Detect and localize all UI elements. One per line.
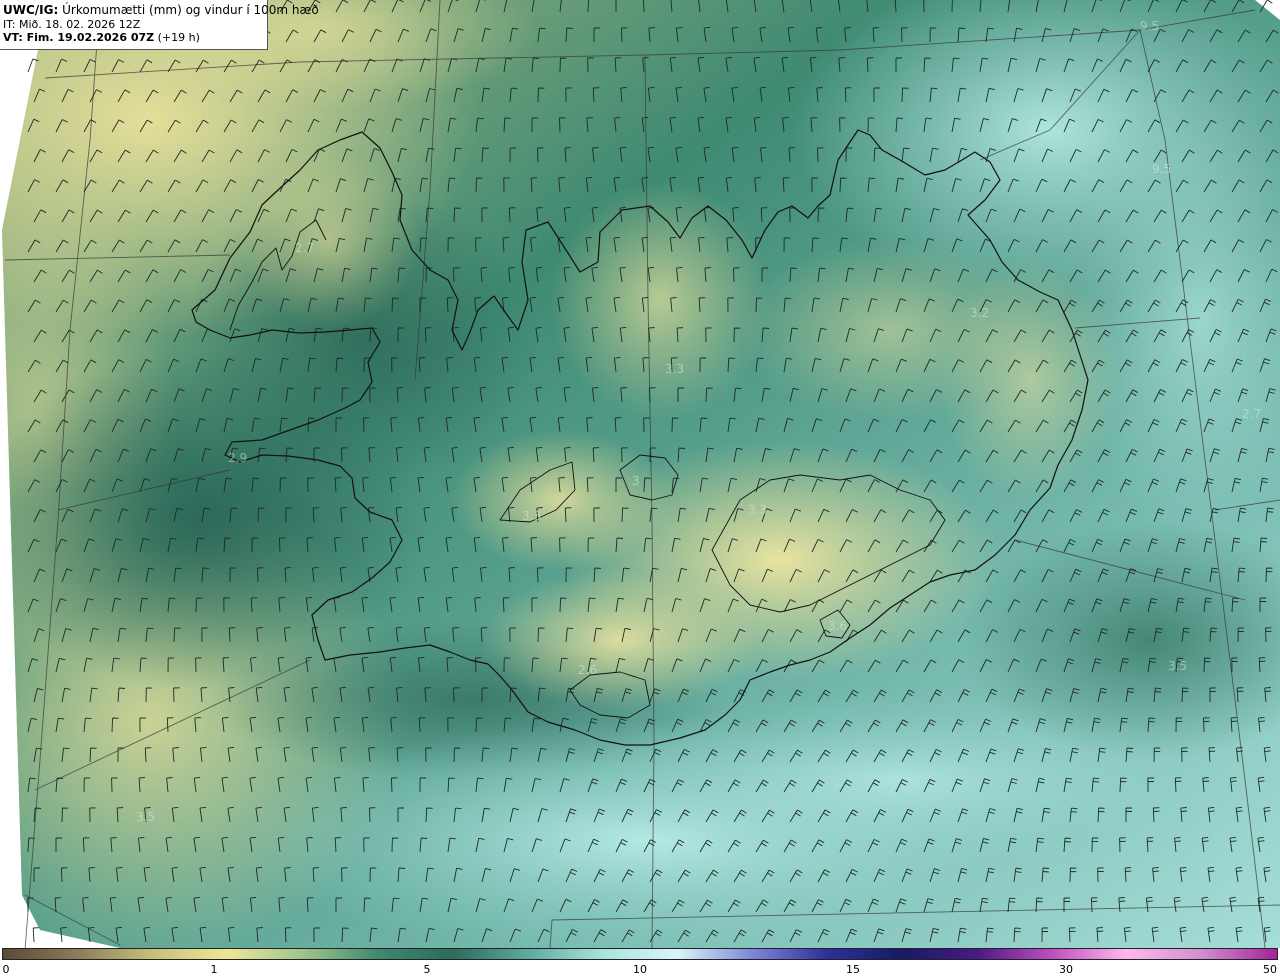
map-value: 3.3	[748, 503, 767, 517]
colorbar: 0 1 5 10 15 30 50	[0, 948, 1280, 978]
map-value: 2.7	[1242, 407, 1261, 421]
map-value: 3.5	[136, 810, 155, 824]
lead-time: (+19 h)	[157, 31, 200, 44]
colorbar-tick: 5	[423, 963, 431, 976]
precip-field	[2, 0, 1280, 948]
colorbar-tick: 10	[633, 963, 647, 976]
map-title: Úrkomumætti (mm) og vindur í 100m hæð	[62, 3, 319, 17]
map-value: 9.5	[1152, 162, 1171, 176]
colorbar-ramp	[2, 948, 1278, 960]
valid-time: VT: Fim. 19.02.2026 07Z	[3, 31, 155, 44]
map-value: 3.3	[665, 362, 684, 376]
colorbar-tick: 0	[2, 963, 10, 976]
colorbar-tick: 30	[1059, 963, 1073, 976]
map-value: 9.5	[1140, 19, 1159, 33]
colorbar-tick: 50	[1263, 963, 1277, 976]
map-value: 2.6	[578, 663, 597, 677]
map-value: 2.9	[228, 451, 247, 465]
valid-time-line: VT: Fim. 19.02.2026 07Z (+19 h)	[3, 31, 263, 44]
map-header: UWC/IG: Úrkomumætti (mm) og vindur í 100…	[0, 0, 319, 50]
model-name: UWC/IG:	[3, 3, 59, 17]
init-time: IT: Mið. 18. 02. 2026 12Z	[3, 18, 141, 31]
map-title-line: UWC/IG: Úrkomumætti (mm) og vindur í 100…	[3, 3, 319, 18]
map-value: 2.7	[295, 241, 314, 255]
precipitation-map: 2.7 2.9 3.3 3 3.3 3.2 2.7 3.3 2.6 3.6 3.…	[0, 0, 1280, 948]
map-value: 3	[632, 474, 640, 488]
map-value: 3.3	[522, 509, 541, 523]
map-value: 3.6	[828, 619, 847, 633]
map-value: 3.5	[1168, 659, 1187, 673]
colorbar-tick: 1	[210, 963, 218, 976]
colorbar-tick: 15	[846, 963, 860, 976]
map-value: 3.2	[970, 306, 989, 320]
